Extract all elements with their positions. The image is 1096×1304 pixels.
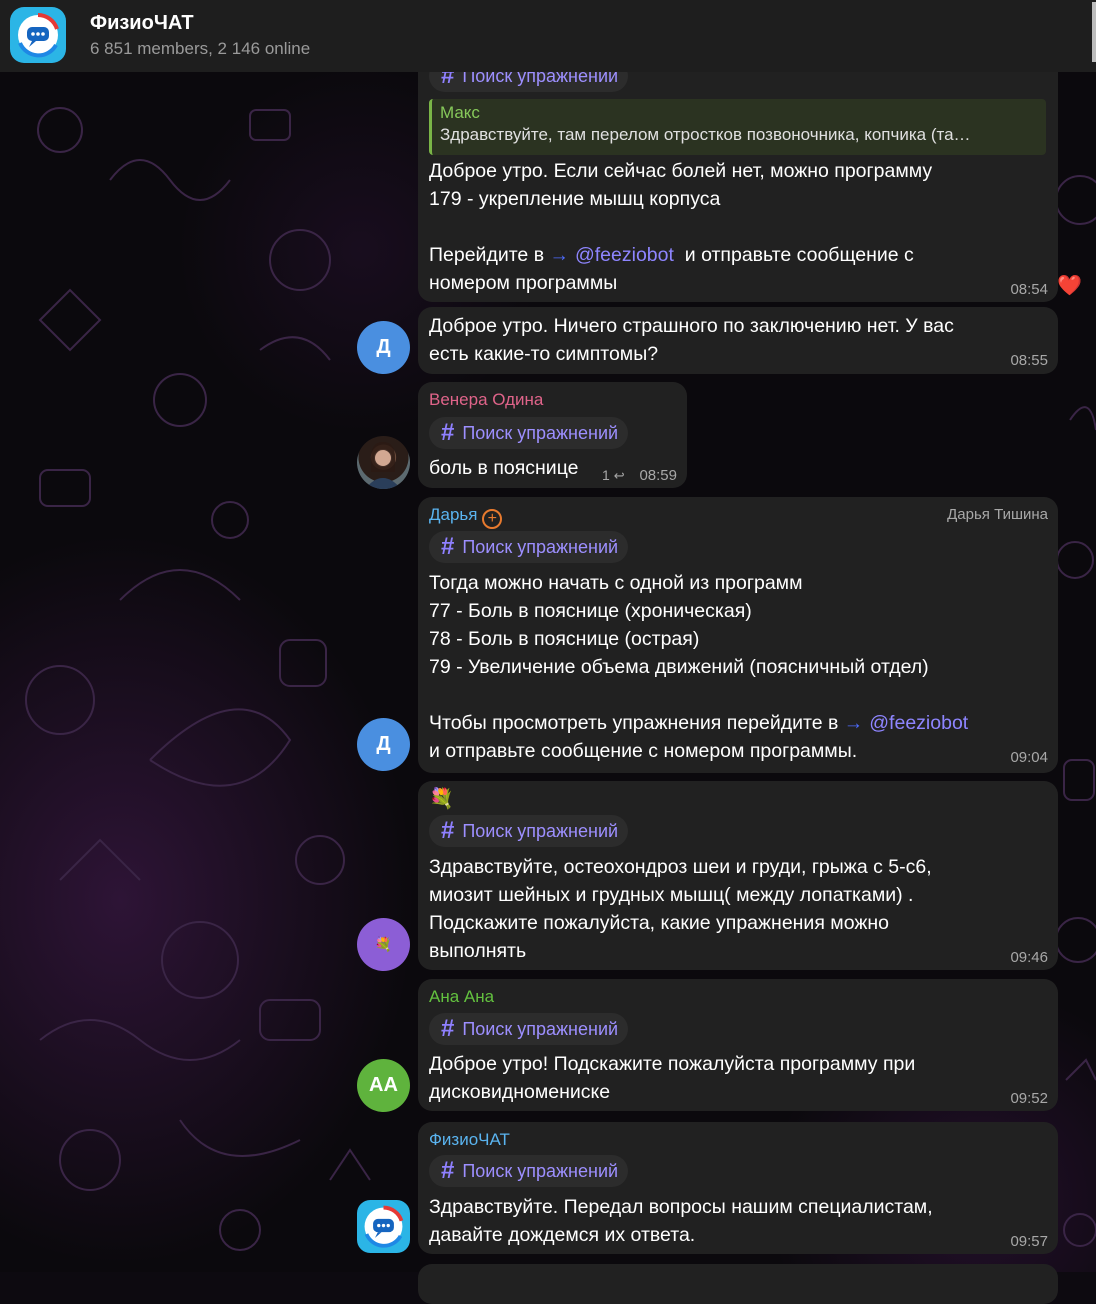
topic-label: Поиск упражнений	[462, 1160, 619, 1181]
hashtag-icon: #	[441, 1157, 455, 1184]
chat-header[interactable]: ФизиоЧАТ 6 851 members, 2 146 online	[0, 0, 1096, 72]
message-text: Тогда можно начать с одной из программ 7…	[429, 572, 929, 678]
reply-sender: Макс	[440, 103, 480, 122]
message-text: Чтобы просмотреть упражнения перейдите в…	[429, 709, 968, 737]
message-text: Доброе утро. Ничего страшного по заключе…	[429, 315, 954, 365]
reply-count: 1	[602, 467, 610, 483]
hashtag-icon: #	[441, 817, 455, 844]
sender-name-text: Дарья	[429, 505, 478, 524]
message-text: Здравствуйте. Передал вопросы нашим спец…	[429, 1196, 933, 1246]
forward-arrow-icon: →	[843, 712, 864, 734]
message-time: 09:46	[1010, 949, 1048, 966]
message-bubble[interactable]: ФизиоЧАТ # Поиск упражнений Здравствуйте…	[418, 1122, 1058, 1254]
message-time: 09:04	[1010, 749, 1048, 766]
avatar[interactable]: 💐	[357, 918, 410, 971]
scrollbar[interactable]	[1092, 2, 1096, 62]
bot-link[interactable]: @feeziobot	[575, 244, 674, 266]
topic-label: Поиск упражнений	[462, 1018, 619, 1039]
message-time: 08:54	[1010, 281, 1048, 298]
topic-chip[interactable]: # Поиск упражнений	[429, 1155, 629, 1187]
message-bubble[interactable]: Дарья + Дарья Тишина # Поиск упражнений …	[418, 497, 1058, 773]
message-text-part: Чтобы просмотреть упражнения перейдите в	[429, 712, 844, 734]
message-text: номером программы	[429, 272, 618, 294]
message-text: Доброе утро! Подскажите пожалуйста прогр…	[429, 1053, 916, 1103]
message-text: боль в пояснице	[429, 457, 579, 479]
message-text-part: и отправьте сообщение с	[673, 244, 914, 266]
avatar-photo[interactable]	[357, 436, 410, 489]
sender-emoji[interactable]: 💐	[429, 786, 454, 811]
sender-name[interactable]: Дарья +	[429, 505, 503, 529]
message-text: Перейдите в → @feeziobot и отправьте сооб…	[429, 241, 914, 269]
hashtag-icon: #	[441, 1015, 455, 1042]
chat-title[interactable]: ФизиоЧАТ	[90, 12, 194, 35]
sender-name[interactable]: Венера Одина	[429, 390, 543, 410]
topic-label: Поиск упражнений	[462, 422, 619, 443]
message-bubble[interactable]: 💐 # Поиск упражнений Здравствуйте, остео…	[418, 781, 1058, 970]
bot-link[interactable]: @feeziobot	[869, 712, 968, 734]
topic-label: Поиск упражнений	[462, 536, 619, 557]
message-bubble[interactable]: Доброе утро. Ничего страшного по заключе…	[418, 307, 1058, 374]
topic-chip[interactable]: # Поиск упражнений	[429, 815, 629, 847]
reply-arrow-icon: ↩	[613, 468, 625, 483]
topic-label: Поиск упражнений	[462, 820, 619, 841]
avatar[interactable]: АА	[357, 1059, 410, 1112]
topic-chip[interactable]: # Поиск упражнений	[429, 1013, 629, 1045]
message-bubble[interactable]: # Поиск упражнений Макс Здравствуйте, та…	[418, 56, 1058, 302]
message-time: 08:55	[1010, 352, 1048, 369]
hashtag-icon: #	[441, 533, 455, 560]
sender-name[interactable]: ФизиоЧАТ	[429, 1130, 510, 1150]
heart-reaction[interactable]: ❤️	[1057, 273, 1082, 298]
sender-name[interactable]: Ана Ана	[429, 987, 494, 1007]
chat-member-count: 6 851 members, 2 146 online	[90, 39, 311, 58]
sender-role: Дарья Тишина	[947, 506, 1048, 523]
message-bubble[interactable]	[418, 1264, 1058, 1304]
hashtag-icon: #	[441, 419, 455, 446]
reply-quote[interactable]: Макс Здравствуйте, там перелом отростков…	[429, 99, 1046, 155]
group-logo-icon[interactable]	[357, 1200, 410, 1253]
person-silhouette-icon	[365, 442, 401, 489]
topic-chip[interactable]: # Поиск упражнений	[429, 417, 629, 449]
message-time: 09:52	[1010, 1090, 1048, 1107]
sender-badge-icon: +	[482, 509, 503, 529]
avatar[interactable]: Д	[357, 321, 410, 374]
thread-replies[interactable]: 1 ↩	[602, 467, 625, 484]
message-time: 08:59	[639, 467, 677, 484]
topic-chip[interactable]: # Поиск упражнений	[429, 531, 629, 563]
message-time: 09:57	[1010, 1233, 1048, 1250]
message-bubble[interactable]: Ана Ана # Поиск упражнений Доброе утро! …	[418, 979, 1058, 1111]
avatar[interactable]: Д	[357, 718, 410, 771]
message-text: и отправьте сообщение с номером программ…	[429, 740, 858, 762]
message-bubble[interactable]: Венера Одина # Поиск упражнений боль в п…	[418, 382, 687, 488]
group-logo-icon[interactable]	[10, 7, 66, 63]
reply-text: Здравствуйте, там перелом отростков позв…	[440, 125, 971, 144]
message-text: Здравствуйте, остеохондроз шеи и груди, …	[429, 856, 932, 962]
forward-arrow-icon: →	[549, 244, 569, 266]
message-text-part: Перейдите в	[429, 244, 550, 266]
message-text: Доброе утро. Если сейчас болей нет, можн…	[429, 160, 933, 210]
